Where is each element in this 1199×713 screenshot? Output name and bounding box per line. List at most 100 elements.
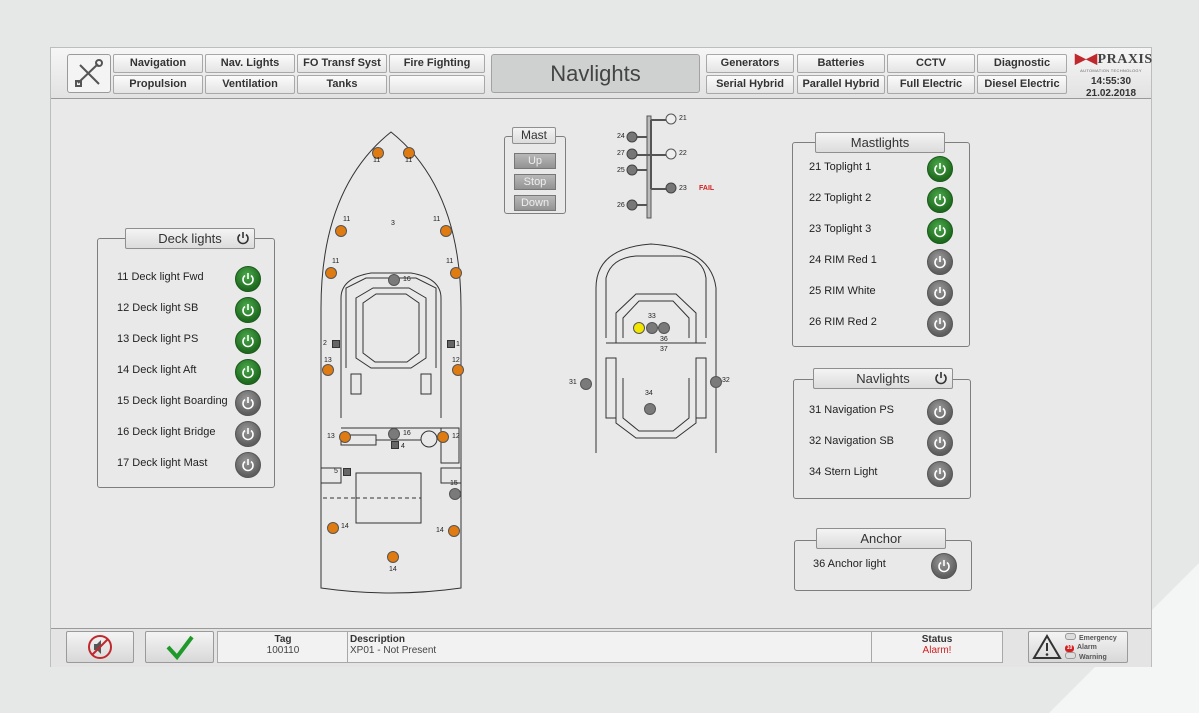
light-power-button[interactable]: [235, 297, 261, 323]
nav-button-navigation[interactable]: Navigation: [113, 54, 203, 73]
mast-stop-button[interactable]: Stop: [514, 174, 556, 190]
tools-button[interactable]: [67, 54, 111, 93]
deck-lamp-label: 3: [391, 220, 395, 227]
deck-lamp-icon[interactable]: [387, 551, 399, 563]
light-label: 32 Navigation SB: [809, 435, 894, 447]
light-power-button[interactable]: [927, 218, 953, 244]
upper-deck-lamp-label: 37: [660, 346, 668, 353]
deck-lamp-icon[interactable]: [448, 525, 460, 537]
power-icon: [242, 459, 254, 472]
tag-cell: Tag 100110: [217, 631, 349, 663]
nav-button-parallel-hybrid[interactable]: Parallel Hybrid: [797, 75, 885, 94]
upper-deck-lamp-icon[interactable]: [644, 403, 656, 415]
anchor-title: Anchor: [816, 528, 946, 549]
nav-button-empty[interactable]: [389, 75, 485, 94]
deck-lamp-label: 16: [403, 430, 411, 437]
mast-label-24: 24: [617, 133, 625, 140]
upper-deck-diagram: [595, 243, 717, 453]
deck-lamp-icon[interactable]: [388, 428, 400, 440]
deck-lamp-icon[interactable]: [388, 274, 400, 286]
light-power-button[interactable]: [927, 311, 953, 337]
description-value: XP01 - Not Present: [350, 645, 437, 656]
legend-warning-label: Warning: [1079, 654, 1107, 661]
light-power-button[interactable]: [927, 280, 953, 306]
nav-button-propulsion[interactable]: Propulsion: [113, 75, 203, 94]
nav-button-fo-transf[interactable]: FO Transf Syst: [297, 54, 387, 73]
deck-lamp-label: 11: [446, 258, 454, 265]
deck-lamp-icon[interactable]: [335, 225, 347, 237]
nav-button-serial-hybrid[interactable]: Serial Hybrid: [706, 75, 794, 94]
power-icon[interactable]: [236, 231, 250, 245]
tools-icon: [75, 59, 103, 87]
deck-lamp-icon[interactable]: [452, 364, 464, 376]
upper-deck-lamp-icon[interactable]: [633, 322, 645, 334]
light-label: 21 Toplight 1: [809, 161, 872, 173]
deck-lamp-label: 4: [401, 443, 405, 450]
alarm-count-badge: 10: [1065, 645, 1074, 652]
nav-button-tanks[interactable]: Tanks: [297, 75, 387, 94]
light-label: 12 Deck light SB: [117, 302, 199, 314]
upper-deck-lamp-icon[interactable]: [658, 322, 670, 334]
light-power-button[interactable]: [927, 461, 953, 487]
mast-up-button[interactable]: Up: [514, 153, 556, 169]
status-value: Alarm!: [922, 645, 952, 656]
deck-lamp-icon[interactable]: [440, 225, 452, 237]
light-label: 15 Deck light Boarding: [117, 395, 228, 407]
light-power-button[interactable]: [235, 328, 261, 354]
light-power-button[interactable]: [235, 452, 261, 478]
light-power-button[interactable]: [927, 399, 953, 425]
warning-triangle-icon: [1032, 634, 1062, 659]
deck-lamp-icon[interactable]: [322, 364, 334, 376]
deck-lamp-label: 12: [452, 357, 460, 364]
mast-label-21: 21: [679, 115, 687, 122]
light-power-button[interactable]: [927, 156, 953, 182]
description-label: Description: [350, 634, 406, 645]
light-power-button[interactable]: [235, 421, 261, 447]
light-power-button[interactable]: [235, 390, 261, 416]
nav-button-full-electric[interactable]: Full Electric: [887, 75, 975, 94]
mast-down-button[interactable]: Down: [514, 195, 556, 211]
tag-label: Tag: [274, 634, 292, 645]
upper-deck-lamp-icon[interactable]: [710, 376, 722, 388]
light-power-button[interactable]: [927, 187, 953, 213]
deck-lamp-icon[interactable]: [437, 431, 449, 443]
alarm-list-button[interactable]: Emergency 10 Alarm Warning: [1028, 631, 1128, 663]
mast-label-23: 23: [679, 185, 687, 192]
deck-lights-title: Deck lights: [125, 228, 255, 249]
deck-lamp-icon[interactable]: [339, 431, 351, 443]
legend-emergency-label: Emergency: [1079, 635, 1117, 642]
nav-button-nav-lights[interactable]: Nav. Lights: [205, 54, 295, 73]
mute-alarm-button[interactable]: [66, 631, 134, 663]
nav-button-ventilation[interactable]: Ventilation: [205, 75, 295, 94]
mast-label-26: 26: [617, 202, 625, 209]
power-icon[interactable]: [934, 371, 948, 385]
nav-button-generators[interactable]: Generators: [706, 54, 794, 73]
nav-button-fire-fighting[interactable]: Fire Fighting: [389, 54, 485, 73]
deck-lamp-icon[interactable]: [327, 522, 339, 534]
light-power-button[interactable]: [235, 359, 261, 385]
deck-lamp-icon[interactable]: [325, 267, 337, 279]
brand-logo: ▶◀PRAXIS AUTOMATION TECHNOLOGY 14:55:30 …: [1075, 51, 1152, 100]
upper-deck-lamp-icon[interactable]: [580, 378, 592, 390]
mast-label-25: 25: [617, 167, 625, 174]
light-label: 36 Anchor light: [813, 558, 886, 570]
light-power-button[interactable]: [235, 266, 261, 292]
nav-button-diesel-electric[interactable]: Diesel Electric: [977, 75, 1067, 94]
deck-lamp-label: 16: [403, 276, 411, 283]
nav-button-cctv[interactable]: CCTV: [887, 54, 975, 73]
light-power-button[interactable]: [931, 553, 957, 579]
checkmark-icon: [166, 635, 194, 661]
upper-deck-lamp-icon[interactable]: [646, 322, 658, 334]
light-power-button[interactable]: [927, 249, 953, 275]
deck-lamp-icon[interactable]: [450, 267, 462, 279]
power-icon: [934, 318, 946, 331]
deck-lamp-icon[interactable]: [449, 488, 461, 500]
light-power-button[interactable]: [927, 430, 953, 456]
acknowledge-button[interactable]: [145, 631, 214, 663]
nav-button-diagnostic[interactable]: Diagnostic: [977, 54, 1067, 73]
navlights-title-text: Navlights: [856, 371, 910, 386]
deck-lamp-label: 11: [433, 216, 441, 223]
brand-subtitle: AUTOMATION TECHNOLOGY: [1080, 68, 1142, 73]
light-label: 16 Deck light Bridge: [117, 426, 216, 438]
nav-button-batteries[interactable]: Batteries: [797, 54, 885, 73]
